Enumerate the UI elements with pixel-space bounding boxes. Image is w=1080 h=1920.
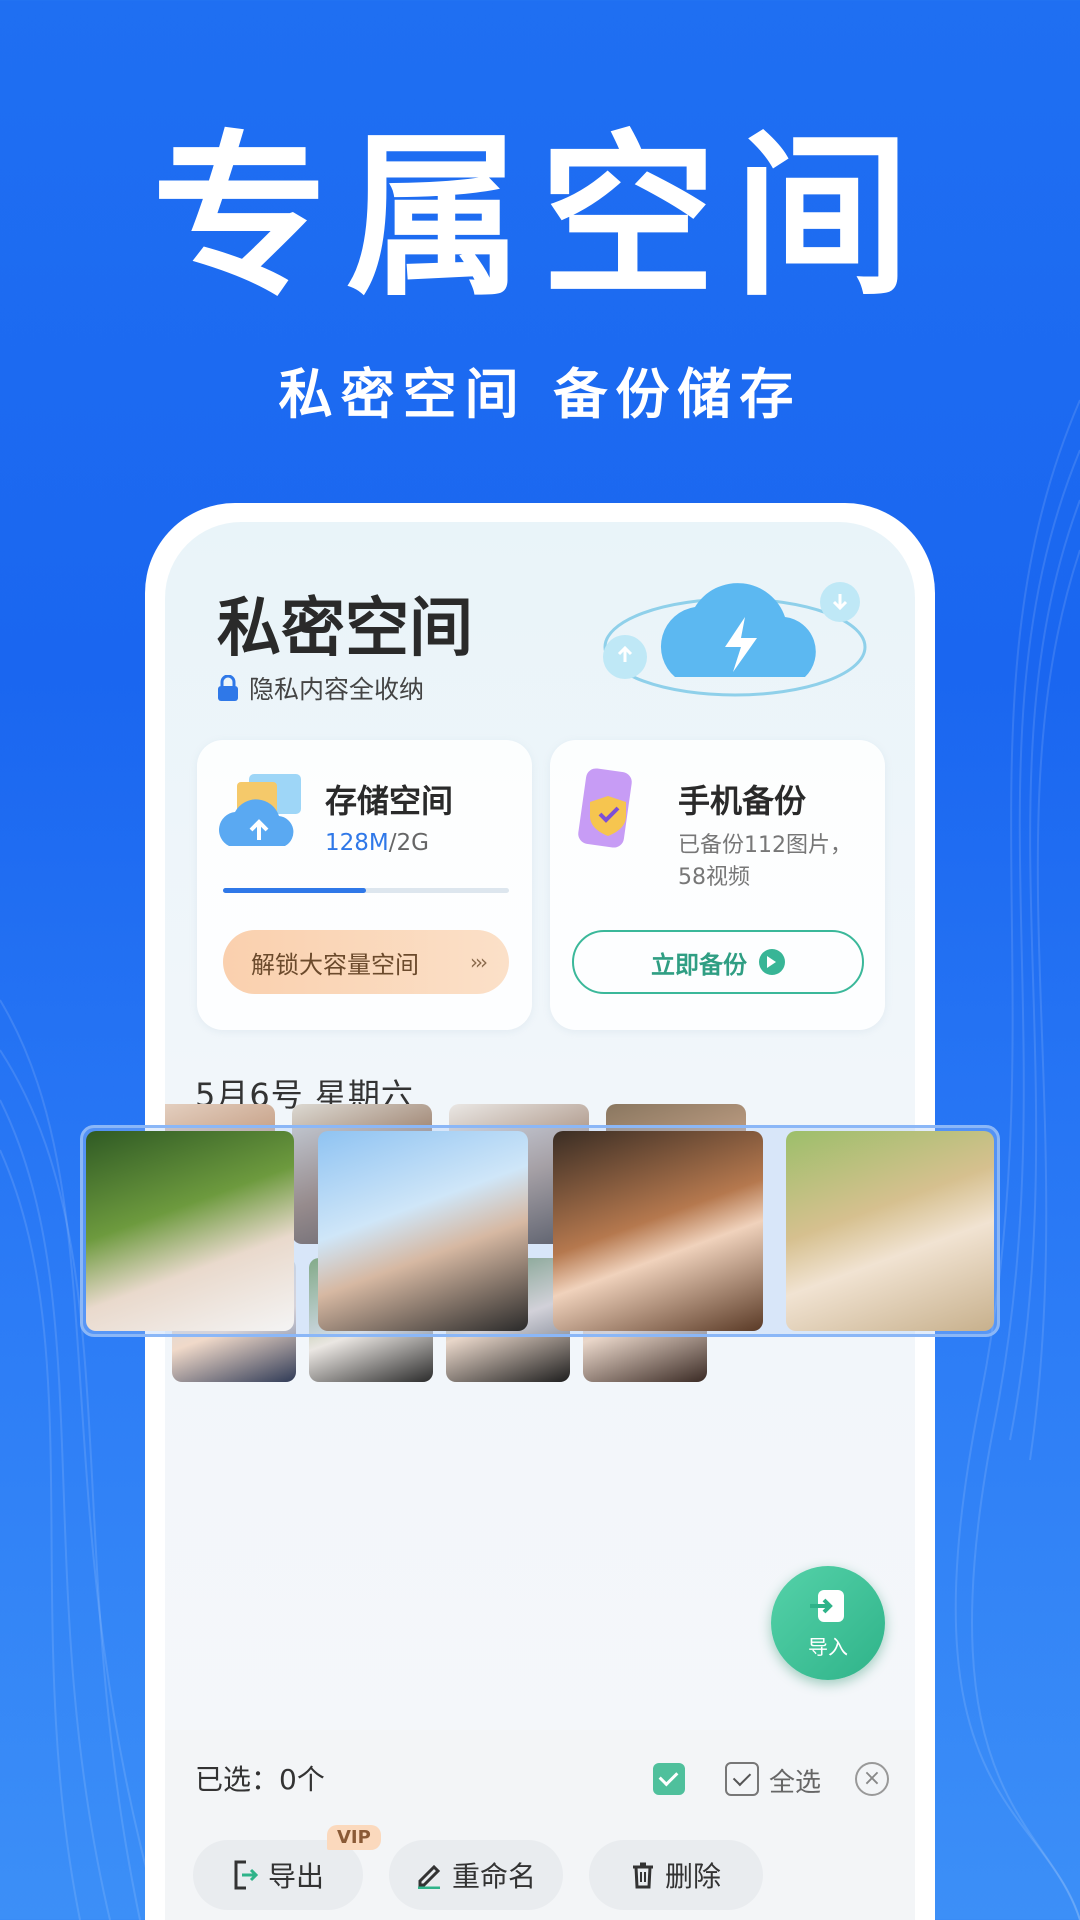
rename-button[interactable]: 重命名 <box>389 1840 563 1910</box>
trash-icon <box>632 1862 653 1889</box>
storage-card: 存储空间 128M/2G 解锁大容量空间 ››› <box>197 740 532 1030</box>
export-label: 导出 <box>267 1860 324 1893</box>
pencil-icon <box>417 1864 441 1889</box>
photo-thumbnail[interactable] <box>86 1131 294 1331</box>
hero-subtitle: 私密空间 备份储存 <box>278 363 802 426</box>
delete-button[interactable]: 删除 <box>589 1840 763 1910</box>
backup-card: 手机备份 已备份112图片，58视频 立即备份 <box>550 740 885 1030</box>
import-button[interactable]: 导入 <box>771 1566 885 1680</box>
triple-chevron-icon: ››› <box>470 950 488 974</box>
rename-label: 重命名 <box>451 1860 536 1893</box>
page-subtitle: 隐私内容全收纳 <box>217 670 424 706</box>
export-button[interactable]: 导出 <box>193 1840 363 1910</box>
photo-thumbnail[interactable] <box>318 1131 528 1331</box>
storage-title: 存储空间 <box>325 782 454 820</box>
phone-shield-icon <box>578 768 632 848</box>
vip-badge: VIP <box>327 1825 381 1850</box>
photo-thumbnail[interactable] <box>786 1131 994 1331</box>
checkbox-checked-icon[interactable] <box>653 1763 685 1795</box>
storage-used: 128M <box>325 830 389 856</box>
cloud-lightning-icon <box>603 582 867 697</box>
arrow-right-circle-icon <box>759 949 785 975</box>
import-icon <box>810 1590 844 1622</box>
selection-toolbar: 已选：0个 全选 × 导出 VIP 重命名 删除 <box>165 1730 915 1920</box>
unlock-storage-button[interactable]: 解锁大容量空间 ››› <box>223 930 509 994</box>
backup-now-label: 立即备份 <box>651 950 747 979</box>
storage-total: /2G <box>388 830 429 856</box>
delete-label: 删除 <box>664 1860 721 1893</box>
unlock-storage-label: 解锁大容量空间 <box>251 950 419 979</box>
storage-usage: 128M/2G <box>325 830 429 856</box>
backup-now-button[interactable]: 立即备份 <box>572 930 864 994</box>
backup-info: 已备份112图片，58视频 <box>678 833 852 890</box>
close-icon[interactable]: × <box>855 1762 889 1796</box>
select-all-checkbox[interactable] <box>725 1762 759 1796</box>
storage-progress <box>223 888 509 893</box>
select-all-label[interactable]: 全选 <box>769 1762 821 1799</box>
page-title: 私密空间 <box>217 592 473 666</box>
backup-title: 手机备份 <box>678 782 807 820</box>
export-icon <box>234 1860 258 1890</box>
photo-thumbnail[interactable] <box>553 1131 763 1331</box>
selected-count: 已选：0个 <box>195 1763 325 1796</box>
cloud-storage-icon <box>219 774 301 846</box>
lock-icon <box>217 674 239 701</box>
hero-title: 专属空间 <box>151 115 928 320</box>
page-subtitle-text: 隐私内容全收纳 <box>249 675 425 704</box>
storage-progress-fill <box>223 888 366 893</box>
import-label: 导入 <box>808 1635 848 1659</box>
